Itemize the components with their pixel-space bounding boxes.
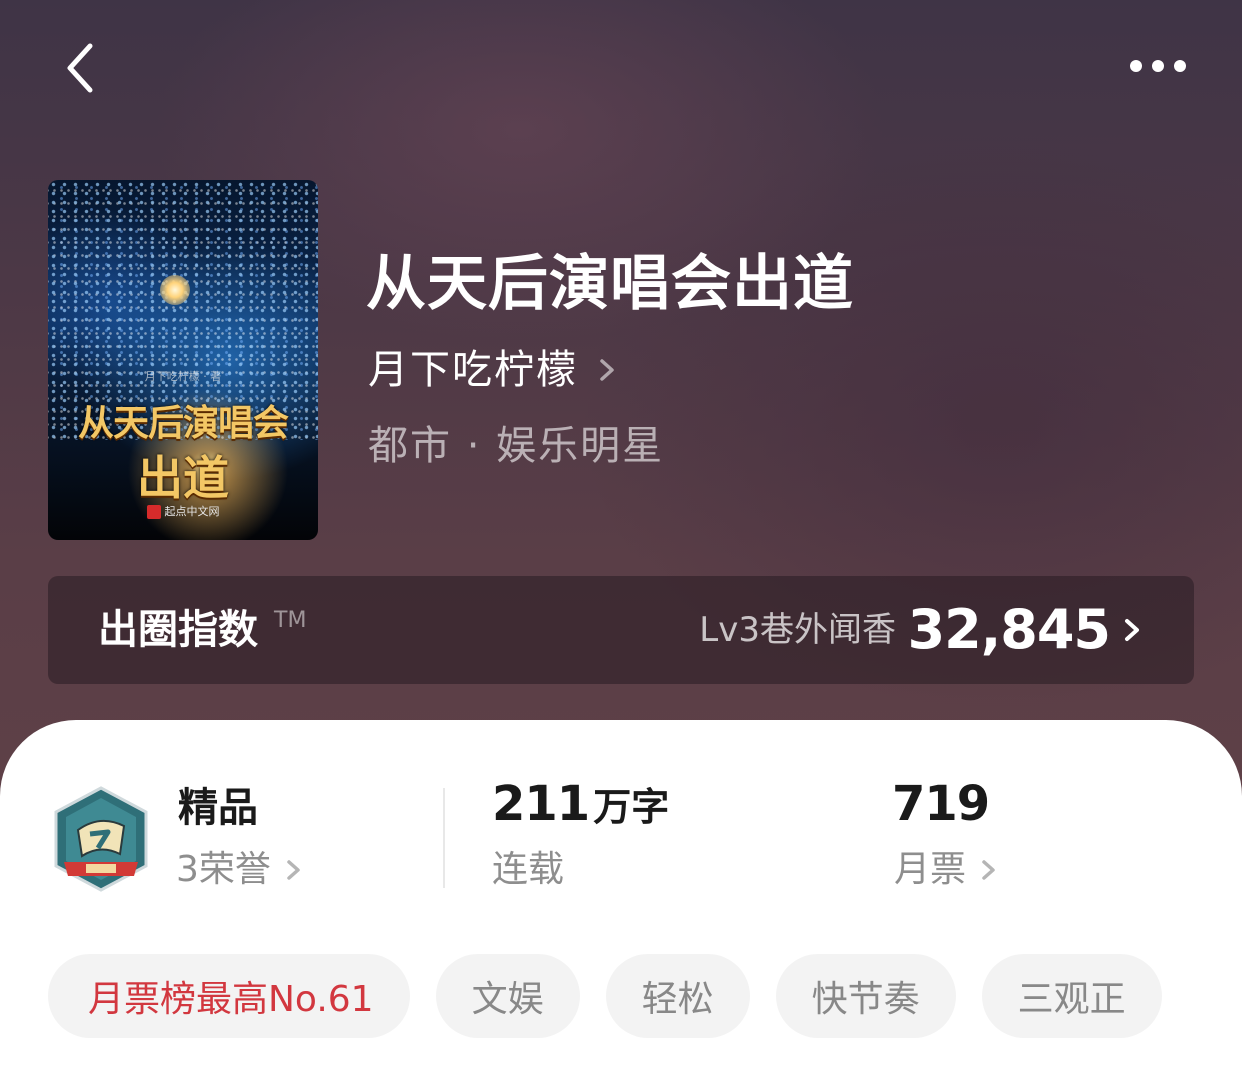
index-trademark: TM	[274, 608, 307, 633]
stats-divider	[443, 788, 445, 888]
chevron-right-icon	[1125, 619, 1139, 641]
back-button[interactable]	[56, 36, 112, 100]
chevron-right-icon	[287, 860, 300, 880]
tag-list: 月票榜最高No.61 文娱 轻松 快节奏 三观正	[48, 954, 1162, 1038]
tag-item[interactable]: 快节奏	[775, 954, 956, 1038]
monthly-ticket-count: 719	[892, 776, 990, 833]
tag-item[interactable]: 轻松	[605, 954, 750, 1038]
monthly-ticket-number: 719	[892, 776, 990, 832]
cover-publisher-text: 起点中文网	[164, 505, 220, 518]
book-genre: 都市 · 娱乐明星	[368, 423, 665, 469]
index-level: Lv3巷外闻香	[699, 610, 896, 650]
cover-author-text: 月下吃柠檬 · 著	[144, 370, 222, 383]
honors-link[interactable]: 3荣誉	[176, 846, 307, 894]
word-count: 211 万字	[492, 778, 669, 833]
tag-item[interactable]: 三观正	[981, 954, 1162, 1038]
tag-ranking[interactable]: 月票榜最高No.61	[48, 954, 410, 1038]
index-value: 32,845	[907, 598, 1111, 661]
index-label: 出圈指数	[98, 607, 258, 653]
book-info-card: 精品 3荣誉 211 万字 连载 719 月票 月票榜最高No.61 文娱 轻松…	[0, 720, 1242, 1077]
cover-title-line1: 从天后演唱会	[77, 402, 289, 444]
honors-count: 3荣誉	[176, 849, 271, 890]
chevron-right-icon	[982, 860, 995, 880]
chevron-left-icon	[67, 43, 93, 93]
word-count-number: 211	[492, 776, 590, 832]
quality-title: 精品	[178, 785, 258, 831]
chevron-right-icon	[600, 359, 614, 381]
monthly-ticket-label: 月票	[894, 849, 967, 890]
word-count-unit: 万字	[593, 785, 670, 829]
author-link[interactable]: 月下吃柠檬	[368, 344, 622, 396]
cover-publisher: 起点中文网	[48, 503, 318, 519]
cover-stage-light	[160, 275, 190, 305]
book-header: 月下吃柠檬 · 著 从天后演唱会 出道 起点中文网 从天后演唱会出道 月下吃柠檬…	[0, 0, 1242, 800]
tag-item[interactable]: 文娱	[435, 954, 580, 1038]
book-cover[interactable]: 月下吃柠檬 · 著 从天后演唱会 出道 起点中文网	[48, 180, 318, 540]
book-title: 从天后演唱会出道	[366, 249, 854, 319]
publisher-logo-icon	[146, 505, 161, 519]
cover-title-line2: 出道	[137, 451, 229, 505]
author-name: 月下吃柠檬	[368, 347, 578, 393]
premium-badge-icon	[54, 786, 148, 892]
serial-status: 连载	[492, 849, 565, 890]
more-button[interactable]	[1118, 44, 1198, 88]
popularity-index-bar[interactable]: 出圈指数 TM Lv3巷外闻香 32,845	[48, 576, 1194, 684]
monthly-ticket-link[interactable]: 月票	[894, 846, 1002, 894]
more-horizontal-icon	[1130, 60, 1186, 72]
